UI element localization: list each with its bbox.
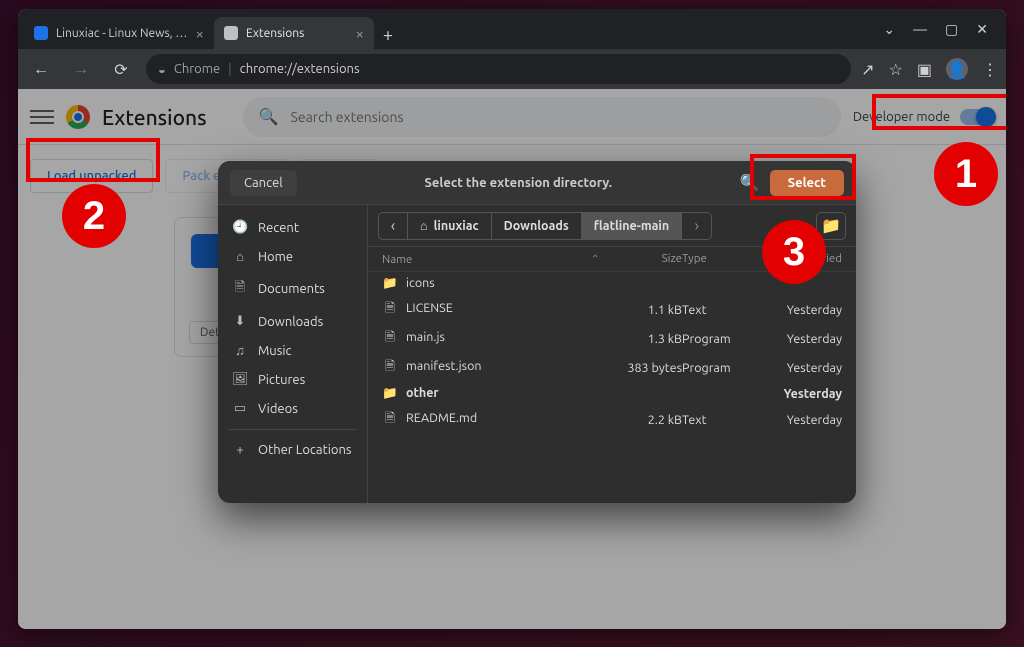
annotation-box-select xyxy=(750,154,856,200)
plus-icon: + xyxy=(232,443,248,457)
address-bar[interactable]: ◒ Chrome | chrome://extensions xyxy=(146,54,851,84)
annotation-1: 1 xyxy=(934,142,998,206)
file-icon: 🗎 xyxy=(382,328,398,349)
col-size[interactable]: Size xyxy=(600,252,682,266)
browser-window: Linuxiac - Linux News, Tu × Extensions ×… xyxy=(18,9,1006,629)
breadcrumb-home[interactable]: ⌂linuxiac xyxy=(408,212,492,240)
reload-button[interactable]: ⟳ xyxy=(106,54,136,84)
window-controls: ⌄ — ▢ ✕ xyxy=(883,9,1000,49)
file-row[interactable]: 🗎main.js1.3 kBProgramYesterday xyxy=(368,324,856,353)
sidebar-item-music[interactable]: ♫Music xyxy=(218,336,367,365)
forward-button[interactable]: → xyxy=(66,54,96,84)
extensions-icon[interactable]: ▣ xyxy=(917,60,932,79)
close-icon[interactable]: × xyxy=(196,25,204,42)
file-list: 📁icons🗎LICENSE1.1 kBTextYesterday🗎main.j… xyxy=(368,272,856,434)
breadcrumb-downloads[interactable]: Downloads xyxy=(492,212,582,240)
annotation-box-load-unpacked xyxy=(26,138,160,182)
tab-label: Extensions xyxy=(246,27,348,40)
file-row[interactable]: 🗎LICENSE1.1 kBTextYesterday xyxy=(368,295,856,324)
sidebar-item-pictures[interactable]: 🖼Pictures xyxy=(218,365,367,394)
favicon-icon xyxy=(224,26,238,40)
music-icon: ♫ xyxy=(232,343,248,358)
file-icon: 🗎 xyxy=(382,299,398,320)
file-icon: 📁 xyxy=(382,276,398,291)
browser-toolbar: ← → ⟳ ◒ Chrome | chrome://extensions ↗ ☆… xyxy=(18,49,1006,89)
sidebar-item-home[interactable]: ⌂Home xyxy=(218,242,367,271)
url-text: chrome://extensions xyxy=(240,62,360,76)
tab-extensions[interactable]: Extensions × xyxy=(214,17,374,49)
annotation-3: 3 xyxy=(762,220,826,284)
tab-strip: Linuxiac - Linux News, Tu × Extensions ×… xyxy=(18,9,1006,49)
col-name[interactable]: Name ⌃ xyxy=(382,252,600,266)
file-row[interactable]: 🗎README.md2.2 kBTextYesterday xyxy=(368,405,856,434)
image-icon: 🖼 xyxy=(232,372,248,387)
file-chooser-dialog: Cancel Select the extension directory. 🔍… xyxy=(218,161,856,503)
sidebar-item-downloads[interactable]: ⬇Downloads xyxy=(218,307,367,336)
new-tab-button[interactable]: + xyxy=(374,21,402,49)
breadcrumb-flatline[interactable]: flatline-main xyxy=(582,212,682,240)
back-button[interactable]: ← xyxy=(26,54,56,84)
dialog-sidebar: 🕘Recent ⌂Home 🗎Documents ⬇Downloads ♫Mus… xyxy=(218,205,368,503)
clock-icon: 🕘 xyxy=(232,220,248,235)
close-window-icon[interactable]: ✕ xyxy=(976,21,988,38)
file-icon: 🗎 xyxy=(382,409,398,430)
maximize-icon[interactable]: ▢ xyxy=(945,21,958,38)
sort-asc-icon: ⌃ xyxy=(590,252,600,266)
site-info-icon[interactable]: ◒ xyxy=(158,62,166,77)
url-scheme: Chrome xyxy=(174,62,220,76)
file-icon: 📁 xyxy=(382,386,398,401)
breadcrumb-back-button[interactable]: ‹ xyxy=(378,212,408,240)
dialog-title: Select the extension directory. xyxy=(297,176,740,190)
cancel-button[interactable]: Cancel xyxy=(230,170,297,196)
document-icon: 🗎 xyxy=(232,278,248,300)
video-icon: ▭ xyxy=(232,401,248,416)
breadcrumb-forward-button: › xyxy=(682,212,712,240)
kebab-menu-icon[interactable]: ⋮ xyxy=(982,60,998,79)
sidebar-item-recent[interactable]: 🕘Recent xyxy=(218,213,367,242)
file-row[interactable]: 🗎manifest.json383 bytesProgramYesterday xyxy=(368,353,856,382)
file-row[interactable]: 📁otherYesterday xyxy=(368,382,856,405)
tab-linuxiac[interactable]: Linuxiac - Linux News, Tu × xyxy=(24,17,214,49)
sidebar-item-videos[interactable]: ▭Videos xyxy=(218,394,367,423)
download-icon: ⬇ xyxy=(232,314,248,329)
bookmark-icon[interactable]: ☆ xyxy=(889,60,903,79)
home-icon: ⌂ xyxy=(232,249,248,264)
home-icon: ⌂ xyxy=(420,219,428,233)
profile-avatar[interactable]: 👤 xyxy=(946,58,968,80)
annotation-box-devmode xyxy=(872,94,1006,130)
sidebar-item-other-locations[interactable]: +Other Locations xyxy=(218,436,367,464)
sidebar-item-documents[interactable]: 🗎Documents xyxy=(218,271,367,307)
col-type[interactable]: Type xyxy=(682,252,760,266)
file-icon: 🗎 xyxy=(382,357,398,378)
minimize-icon[interactable]: — xyxy=(913,21,927,37)
annotation-2: 2 xyxy=(62,184,126,248)
favicon-icon xyxy=(34,26,48,40)
tab-label: Linuxiac - Linux News, Tu xyxy=(56,27,188,40)
chevron-down-icon[interactable]: ⌄ xyxy=(883,21,895,38)
close-icon[interactable]: × xyxy=(356,25,364,42)
share-icon[interactable]: ↗ xyxy=(861,60,874,79)
